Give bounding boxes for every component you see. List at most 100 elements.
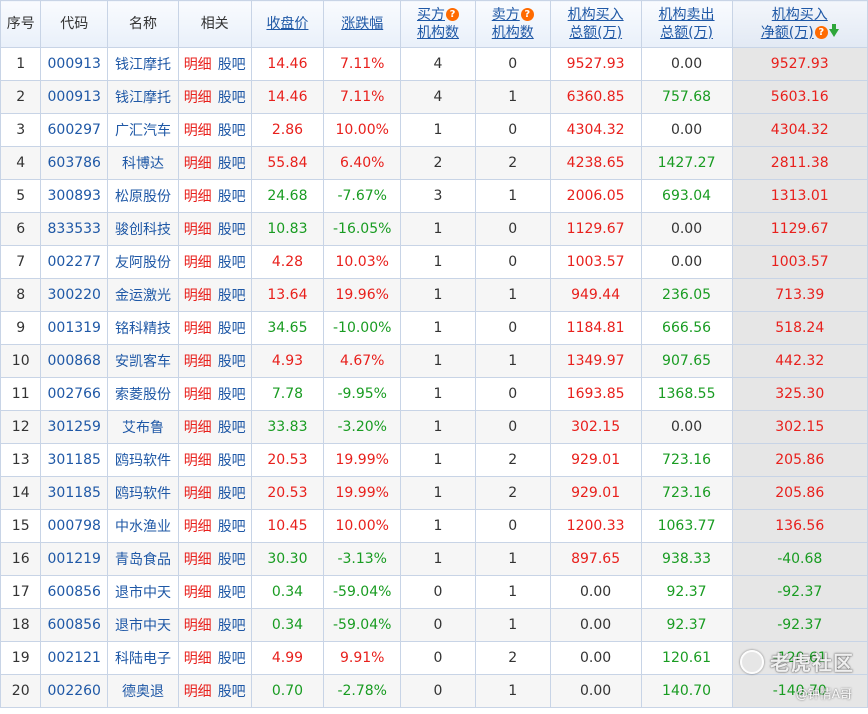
detail-link[interactable]: 明细 <box>184 90 212 106</box>
detail-link[interactable]: 明细 <box>184 354 212 370</box>
stock-name-link[interactable]: 科陆电子 <box>107 641 179 675</box>
stock-code-link[interactable]: 002766 <box>40 377 109 411</box>
detail-link[interactable]: 明细 <box>184 321 212 337</box>
forum-link[interactable]: 股吧 <box>218 90 246 106</box>
detail-link[interactable]: 明细 <box>184 288 212 304</box>
stock-name-link[interactable]: 德奥退 <box>107 674 179 708</box>
stock-name-link[interactable]: 骏创科技 <box>107 212 179 246</box>
cell-sell-total: 1063.77 <box>640 509 733 543</box>
stock-code-link[interactable]: 001319 <box>40 311 109 345</box>
stock-name-link[interactable]: 金运激光 <box>107 278 179 312</box>
stock-code-link[interactable]: 002260 <box>40 674 109 708</box>
forum-link[interactable]: 股吧 <box>218 519 246 535</box>
forum-link[interactable]: 股吧 <box>218 354 246 370</box>
stock-code-link[interactable]: 000868 <box>40 344 109 378</box>
detail-link[interactable]: 明细 <box>184 651 212 667</box>
sort-buy-inst-count[interactable]: 买方? 机构数 <box>400 0 476 48</box>
detail-link[interactable]: 明细 <box>184 123 212 139</box>
stock-name-link[interactable]: 安凯客车 <box>107 344 179 378</box>
stock-name-link[interactable]: 钱江摩托 <box>107 47 179 81</box>
sort-sell-inst-count[interactable]: 卖方? 机构数 <box>474 0 551 48</box>
detail-link[interactable]: 明细 <box>184 519 212 535</box>
forum-link[interactable]: 股吧 <box>218 453 246 469</box>
forum-link[interactable]: 股吧 <box>218 321 246 337</box>
stock-code-link[interactable]: 600856 <box>40 608 109 642</box>
cell-sell-total: 723.16 <box>640 443 733 477</box>
stock-name-link[interactable]: 友阿股份 <box>107 245 179 279</box>
stock-code-link[interactable]: 600856 <box>40 575 109 609</box>
forum-link[interactable]: 股吧 <box>218 486 246 502</box>
stock-name-link[interactable]: 索菱股份 <box>107 377 179 411</box>
help-icon[interactable]: ? <box>445 8 459 21</box>
stock-name-link[interactable]: 鸥玛软件 <box>107 476 179 510</box>
cell-buy-inst-count: 0 <box>400 641 476 675</box>
help-icon[interactable]: ? <box>814 26 828 39</box>
stock-code-link[interactable]: 300893 <box>40 179 109 213</box>
forum-link[interactable]: 股吧 <box>218 684 246 700</box>
detail-link[interactable]: 明细 <box>184 684 212 700</box>
stock-name-link[interactable]: 退市中天 <box>107 608 179 642</box>
stock-name-link[interactable]: 铭科精技 <box>107 311 179 345</box>
forum-link[interactable]: 股吧 <box>218 255 246 271</box>
sort-net-buy[interactable]: 机构买入 净额(万)? <box>731 0 868 48</box>
stock-name-link[interactable]: 鸥玛软件 <box>107 443 179 477</box>
stock-code-link[interactable]: 002277 <box>40 245 109 279</box>
detail-link[interactable]: 明细 <box>184 255 212 271</box>
stock-name-link[interactable]: 中水渔业 <box>107 509 179 543</box>
sort-close-price[interactable]: 收盘价 <box>250 0 325 48</box>
cell-buy-inst-count: 1 <box>400 311 476 345</box>
sort-sell-total[interactable]: 机构卖出 总额(万) <box>640 0 733 48</box>
cell-net-buy: 5603.16 <box>731 80 868 114</box>
sort-buy-total[interactable]: 机构买入 总额(万) <box>549 0 642 48</box>
stock-code-link[interactable]: 603786 <box>40 146 109 180</box>
stock-name-link[interactable]: 退市中天 <box>107 575 179 609</box>
forum-link[interactable]: 股吧 <box>218 585 246 601</box>
detail-link[interactable]: 明细 <box>184 57 212 73</box>
stock-name-link[interactable]: 松原股份 <box>107 179 179 213</box>
table-row: 4 603786 科博达 明细 股吧 55.84 6.40% 2 2 4238.65 1427.27… <box>0 146 868 180</box>
stock-code-link[interactable]: 600297 <box>40 113 109 147</box>
stock-name-link[interactable]: 科博达 <box>107 146 179 180</box>
stock-code-link[interactable]: 000798 <box>40 509 109 543</box>
stock-name-link[interactable]: 青岛食品 <box>107 542 179 576</box>
forum-link[interactable]: 股吧 <box>218 123 246 139</box>
forum-link[interactable]: 股吧 <box>218 288 246 304</box>
detail-link[interactable]: 明细 <box>184 618 212 634</box>
forum-link[interactable]: 股吧 <box>218 552 246 568</box>
stock-code-link[interactable]: 300220 <box>40 278 109 312</box>
detail-link[interactable]: 明细 <box>184 486 212 502</box>
detail-link[interactable]: 明细 <box>184 387 212 403</box>
forum-link[interactable]: 股吧 <box>218 189 246 205</box>
stock-name-link[interactable]: 艾布鲁 <box>107 410 179 444</box>
forum-link[interactable]: 股吧 <box>218 387 246 403</box>
detail-link[interactable]: 明细 <box>184 222 212 238</box>
stock-code-link[interactable]: 301185 <box>40 443 109 477</box>
detail-link[interactable]: 明细 <box>184 552 212 568</box>
stock-code-link[interactable]: 301185 <box>40 476 109 510</box>
detail-link[interactable]: 明细 <box>184 585 212 601</box>
stock-code-link[interactable]: 001219 <box>40 542 109 576</box>
detail-link[interactable]: 明细 <box>184 420 212 436</box>
forum-link[interactable]: 股吧 <box>218 618 246 634</box>
stock-code-link[interactable]: 000913 <box>40 80 109 114</box>
cell-net-buy: -92.37 <box>731 575 868 609</box>
forum-link[interactable]: 股吧 <box>218 222 246 238</box>
cell-sell-total: 0.00 <box>640 47 733 81</box>
stock-name-link[interactable]: 广汇汽车 <box>107 113 179 147</box>
forum-link[interactable]: 股吧 <box>218 651 246 667</box>
forum-link[interactable]: 股吧 <box>218 57 246 73</box>
cell-seq: 8 <box>0 278 42 312</box>
sort-change-pct[interactable]: 涨跌幅 <box>323 0 402 48</box>
detail-link[interactable]: 明细 <box>184 156 212 172</box>
stock-code-link[interactable]: 000913 <box>40 47 109 81</box>
stock-code-link[interactable]: 833533 <box>40 212 109 246</box>
detail-link[interactable]: 明细 <box>184 453 212 469</box>
stock-code-link[interactable]: 002121 <box>40 641 109 675</box>
stock-code-link[interactable]: 301259 <box>40 410 109 444</box>
help-icon[interactable]: ? <box>520 8 534 21</box>
cell-change-pct: -3.13% <box>323 542 402 576</box>
stock-name-link[interactable]: 钱江摩托 <box>107 80 179 114</box>
forum-link[interactable]: 股吧 <box>218 420 246 436</box>
forum-link[interactable]: 股吧 <box>218 156 246 172</box>
detail-link[interactable]: 明细 <box>184 189 212 205</box>
